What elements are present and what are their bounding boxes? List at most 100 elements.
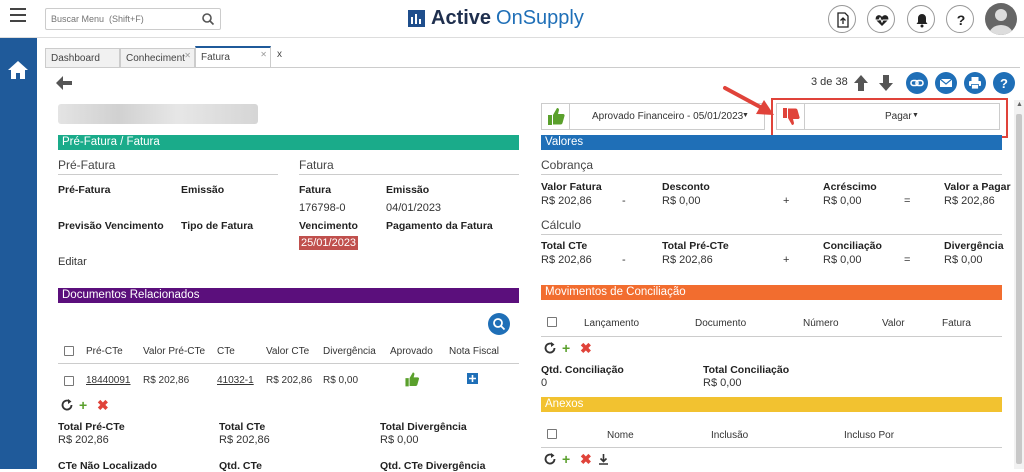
calc-total-cte-label: Total CTe [541,240,588,252]
back-arrow-icon[interactable] [55,75,73,91]
divider [541,174,1002,175]
add-icon[interactable]: + [79,398,87,412]
heart-pulse-icon [875,15,889,26]
divider [299,174,519,175]
valor-pagar-label: Valor a Pagar [944,181,1011,193]
fatura-label: Fatura [299,184,332,196]
equals-sign: = [904,195,911,207]
approval-status-label: Aprovado Financeiro - 05/01/2023 [592,111,744,122]
tab-close-icon[interactable]: ✕ [184,51,191,60]
fatura-subtitle: Fatura [299,158,334,172]
pre-cte-link[interactable]: 18440091 [86,375,131,386]
select-all-checkbox[interactable] [64,346,74,356]
health-button[interactable] [867,5,895,33]
delete-icon[interactable]: ✖ [580,452,592,466]
column-header: Pré-CTe [86,346,123,357]
print-button[interactable] [964,72,986,94]
arrow-down-icon[interactable] [878,74,894,92]
upload-document-button[interactable] [828,5,856,33]
help-circle-button[interactable]: ? [993,72,1015,94]
logo-mark-icon [408,9,425,27]
valor-pre-cte-cell: R$ 202,86 [143,375,190,386]
close-all-tabs-icon[interactable]: x [277,49,282,60]
menu-search-input[interactable] [46,9,196,29]
column-header: Aprovado [390,346,433,357]
conciliacao-value: R$ 0,00 [823,254,862,266]
refresh-icon[interactable] [543,341,557,355]
fatura-value: 176798-0 [299,202,346,214]
nota-fiscal-expand-button[interactable] [467,373,478,384]
search-icon[interactable] [201,12,215,26]
plus-icon [469,375,476,382]
user-avatar[interactable] [985,3,1017,35]
notifications-button[interactable] [907,5,935,33]
total-pre-cte-label: Total Pré-CTe [58,421,125,433]
scrollbar-thumb[interactable] [1016,114,1022,464]
email-button[interactable] [935,72,957,94]
record-pager: 3 de 38 [811,76,848,88]
approve-button[interactable] [542,104,570,129]
redacted-supplier-name [58,104,258,124]
qtd-cte-divergencia-label: Qtd. CTe Divergência [380,460,486,472]
delete-icon[interactable]: ✖ [97,398,109,412]
thumbs-up-icon [548,108,565,125]
column-header: Número [803,318,839,329]
vencimento-label: Vencimento [299,220,358,232]
help-button[interactable]: ? [946,5,974,33]
row-checkbox[interactable] [64,376,74,386]
upload-file-icon [837,12,849,28]
total-cte-value: R$ 202,86 [219,434,270,446]
download-icon[interactable] [598,453,609,465]
prefatura-subtitle: Pré-Fatura [58,158,116,172]
divergencia-label: Divergência [944,240,1004,252]
calc-total-pre-value: R$ 202,86 [662,254,713,266]
thumbs-up-icon [405,372,420,387]
vertical-scrollbar[interactable]: ▲ [1014,100,1024,469]
svg-text:?: ? [957,12,966,28]
previsao-vencimento-label: Previsão Vencimento [58,220,164,232]
menu-search-box [45,8,221,30]
cte-link[interactable]: 41032-1 [217,375,254,386]
bell-icon [916,14,928,28]
anexos-section-header: Anexos [541,397,1002,412]
search-documents-button[interactable] [488,313,510,335]
calc-total-pre-label: Total Pré-CTe [662,240,729,252]
link-icon [910,79,924,87]
tab-close-icon[interactable]: ✕ [260,50,267,59]
column-header: Incluso Por [844,430,895,441]
select-all-checkbox[interactable] [547,429,557,439]
add-icon[interactable]: + [562,341,570,355]
hamburger-menu-icon[interactable] [10,8,26,24]
calc-total-cte-value: R$ 202,86 [541,254,592,266]
movimentos-section-header: Movimentos de Conciliação [541,285,1002,300]
question-icon: ? [957,12,966,28]
refresh-icon[interactable] [543,452,557,466]
pre-fatura-label: Pré-Fatura [58,184,111,196]
delete-icon[interactable]: ✖ [580,341,592,355]
tab-dashboard[interactable]: Dashboard [45,48,120,68]
highlight-box [771,98,1008,138]
select-all-checkbox[interactable] [547,317,557,327]
column-header: Fatura [942,318,971,329]
annotation-arrow-icon [723,86,774,115]
home-icon[interactable] [7,60,29,80]
logo-text-light: OnSupply [496,6,584,29]
tab-fatura[interactable]: Fatura ✕ [195,46,271,68]
column-header: Lançamento [584,318,640,329]
prefatura-section-header: Pré-Fatura / Fatura [58,135,519,150]
total-conciliacao-value: R$ 0,00 [703,377,742,389]
total-cte-label: Total CTe [219,421,266,433]
question-circle-icon: ? [1000,76,1008,90]
scroll-up-icon[interactable]: ▲ [1016,101,1023,108]
logo-text-bold: Active [431,6,492,29]
divider [541,234,1002,235]
link-button[interactable] [906,72,928,94]
column-header: Divergência [323,346,376,357]
editar-link[interactable]: Editar [58,256,87,268]
tab-conhecimento[interactable]: Conheciment ✕ [120,48,195,68]
cobranca-subtitle: Cobrança [541,158,594,172]
arrow-up-icon[interactable] [853,74,869,92]
refresh-icon[interactable] [60,398,74,412]
add-icon[interactable]: + [562,452,570,466]
valor-pagar-value: R$ 202,86 [944,195,995,207]
